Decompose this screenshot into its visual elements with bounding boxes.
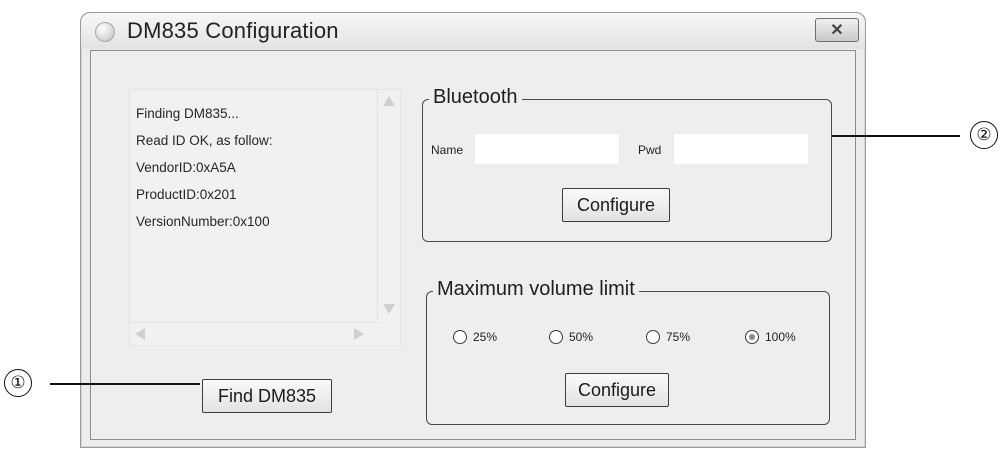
radio-75-percent[interactable]: 75% xyxy=(646,330,690,344)
volume-limit-group-title: Maximum volume limit xyxy=(433,278,639,301)
callout-marker-1: ① xyxy=(4,369,32,397)
radio-selected-icon xyxy=(745,330,759,344)
log-line: VendorID:0xA5A xyxy=(136,160,236,175)
name-label: Name xyxy=(431,143,464,157)
radio-circle-icon xyxy=(549,330,563,344)
scroll-down-arrow-icon[interactable] xyxy=(383,304,395,314)
radio-label: 75% xyxy=(666,330,691,344)
radio-label: 25% xyxy=(473,330,498,344)
title-bar[interactable]: DM835 Configuration ✕ xyxy=(81,13,865,49)
close-icon: ✕ xyxy=(830,22,844,39)
bluetooth-group-title: Bluetooth xyxy=(429,86,522,109)
callout-line-1 xyxy=(50,383,200,385)
volume-configure-button[interactable]: Configure xyxy=(565,373,669,407)
radio-label: 100% xyxy=(765,330,796,344)
radio-dot-icon xyxy=(749,334,755,340)
bluetooth-configure-button[interactable]: Configure xyxy=(562,188,670,222)
find-dm835-button[interactable]: Find DM835 xyxy=(202,379,332,413)
close-button[interactable]: ✕ xyxy=(815,18,859,42)
name-input[interactable] xyxy=(475,134,619,164)
radio-100-percent[interactable]: 100% xyxy=(745,330,796,344)
scroll-left-arrow-icon[interactable] xyxy=(135,328,145,340)
radio-label: 50% xyxy=(569,330,594,344)
window-orb-icon xyxy=(95,22,115,42)
scroll-up-arrow-icon[interactable] xyxy=(383,96,395,106)
volume-limit-group: Maximum volume limit 25% 50% 75% 100% Co… xyxy=(426,278,830,425)
log-line: Finding DM835... xyxy=(136,106,239,121)
callout-marker-2: ② xyxy=(970,121,998,149)
log-output-box[interactable]: Finding DM835... Read ID OK, as follow: … xyxy=(129,89,401,346)
horizontal-scrollbar[interactable] xyxy=(130,322,380,345)
vertical-scrollbar[interactable] xyxy=(377,90,400,320)
bluetooth-group: Bluetooth Name Pwd Configure xyxy=(422,86,832,242)
log-line: Read ID OK, as follow: xyxy=(136,133,273,148)
log-line: VersionNumber:0x100 xyxy=(136,214,270,229)
scroll-right-arrow-icon[interactable] xyxy=(354,328,364,340)
callout-line-2 xyxy=(832,135,960,137)
radio-25-percent[interactable]: 25% xyxy=(453,330,497,344)
log-lines: Finding DM835... Read ID OK, as follow: … xyxy=(136,100,273,235)
pwd-input[interactable] xyxy=(674,134,808,164)
radio-circle-icon xyxy=(646,330,660,344)
radio-circle-icon xyxy=(453,330,467,344)
dialog-client-area: Finding DM835... Read ID OK, as follow: … xyxy=(90,50,856,440)
window-title: DM835 Configuration xyxy=(127,18,339,43)
pwd-label: Pwd xyxy=(638,143,662,157)
radio-50-percent[interactable]: 50% xyxy=(549,330,593,344)
log-line: ProductID:0x201 xyxy=(136,187,237,202)
